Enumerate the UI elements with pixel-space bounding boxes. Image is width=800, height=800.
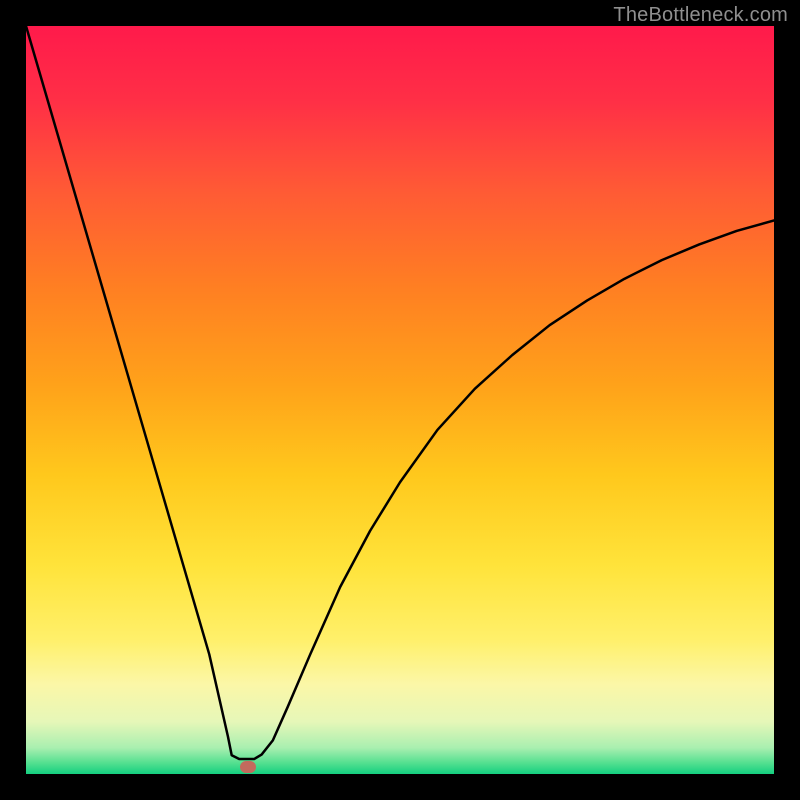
optimal-point-marker bbox=[240, 761, 256, 773]
bottleneck-curve bbox=[26, 26, 774, 774]
watermark-text: TheBottleneck.com bbox=[613, 4, 788, 27]
chart-frame: TheBottleneck.com bbox=[0, 0, 800, 800]
plot-area bbox=[26, 26, 774, 774]
